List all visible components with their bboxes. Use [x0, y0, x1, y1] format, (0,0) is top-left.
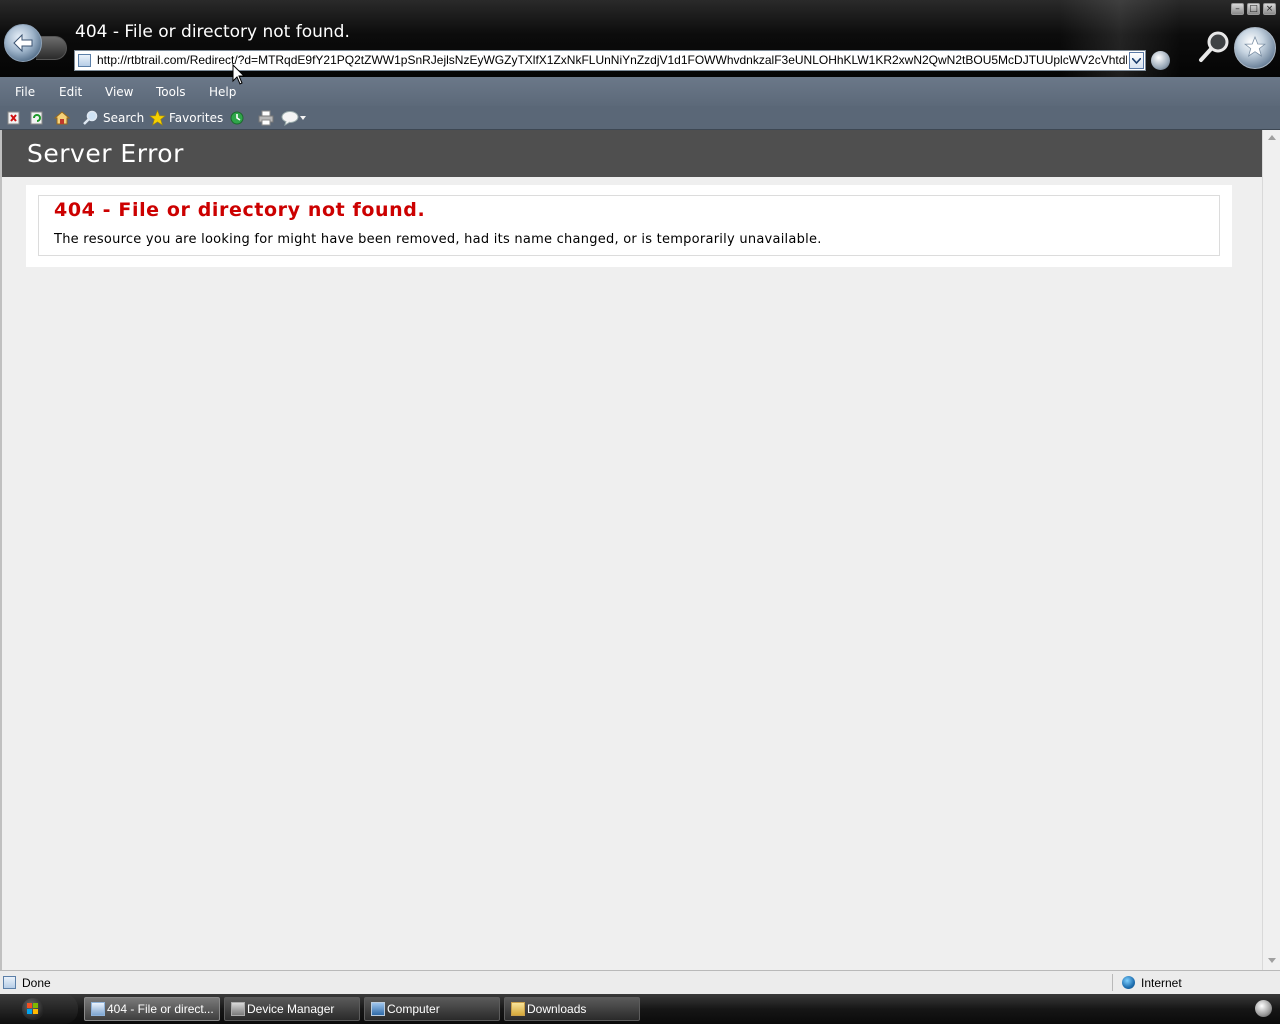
- favorites-star-icon[interactable]: [149, 110, 166, 126]
- refresh-page-icon[interactable]: [30, 110, 44, 126]
- error-box: 404 - File or directory not found. The r…: [38, 195, 1220, 256]
- start-button[interactable]: [0, 994, 78, 1024]
- taskbar-item-downloads[interactable]: Downloads: [504, 997, 640, 1021]
- taskbar-item-label: Computer: [387, 1002, 440, 1016]
- menu-edit[interactable]: Edit: [59, 85, 82, 99]
- menu-view[interactable]: View: [105, 85, 133, 99]
- star-icon: [1244, 36, 1266, 57]
- device-manager-icon: [231, 1002, 245, 1016]
- system-tray-icon[interactable]: [1255, 1000, 1272, 1017]
- back-arrow-icon: [13, 33, 33, 53]
- window-title: 404 - File or directory not found.: [75, 22, 350, 42]
- status-bar: Done Internet: [0, 970, 1280, 994]
- chevron-down-icon: [1132, 58, 1141, 64]
- refresh-icon[interactable]: [1151, 51, 1170, 70]
- favorites-center-button[interactable]: [1234, 27, 1276, 69]
- maximize-button[interactable]: □: [1247, 3, 1260, 15]
- menu-tools[interactable]: Tools: [156, 85, 186, 99]
- vertical-scrollbar[interactable]: [1262, 130, 1280, 970]
- taskbar-item-browser[interactable]: 404 - File or direct...: [84, 997, 220, 1021]
- page-content: Server Error 404 - File or directory not…: [0, 130, 1262, 970]
- server-error-header: Server Error: [2, 130, 1262, 177]
- favorites-command-label[interactable]: Favorites: [169, 111, 223, 125]
- search-icon[interactable]: [1198, 29, 1232, 63]
- taskbar-item-computer[interactable]: Computer: [364, 997, 500, 1021]
- scroll-up-icon[interactable]: [1268, 135, 1276, 140]
- taskbar-item-device-manager[interactable]: Device Manager: [224, 997, 360, 1021]
- security-zone-label[interactable]: Internet: [1141, 976, 1182, 990]
- menu-help[interactable]: Help: [209, 85, 236, 99]
- stop-icon[interactable]: [7, 110, 21, 126]
- taskbar-item-label: Downloads: [527, 1002, 587, 1016]
- print-icon[interactable]: [258, 110, 274, 126]
- back-button[interactable]: [4, 24, 42, 62]
- search-command-label[interactable]: Search: [103, 111, 144, 125]
- history-icon[interactable]: [229, 110, 245, 126]
- taskbar-item-label: 404 - File or direct...: [107, 1002, 214, 1016]
- home-icon[interactable]: [53, 110, 71, 126]
- status-text: Done: [22, 976, 51, 990]
- page-title: Server Error: [27, 139, 184, 168]
- error-description: The resource you are looking for might h…: [54, 232, 822, 247]
- command-bar: Search Favorites: [0, 106, 1280, 130]
- mouse-pointer-icon: [232, 64, 246, 85]
- scroll-down-icon[interactable]: [1268, 958, 1276, 963]
- discuss-icon[interactable]: [281, 110, 307, 126]
- close-button[interactable]: ×: [1263, 3, 1276, 15]
- search-command-icon[interactable]: [82, 110, 100, 126]
- error-title: 404 - File or directory not found.: [54, 199, 426, 221]
- minimize-button[interactable]: –: [1231, 3, 1244, 15]
- address-dropdown-button[interactable]: [1129, 52, 1144, 69]
- globe-icon: [1122, 976, 1135, 989]
- folder-icon: [511, 1002, 525, 1016]
- menu-bar: File Edit View Tools Help: [0, 77, 1280, 106]
- taskbar: 404 - File or direct... Device Manager C…: [0, 994, 1280, 1024]
- internet-explorer-icon: [91, 1002, 105, 1016]
- browser-title-bar: 404 - File or directory not found. http:…: [0, 0, 1280, 77]
- page-icon: [78, 54, 91, 67]
- computer-icon: [371, 1002, 385, 1016]
- taskbar-item-label: Device Manager: [247, 1002, 335, 1016]
- windows-logo-icon: [22, 998, 44, 1020]
- page-status-icon: [3, 976, 16, 989]
- status-divider: [1112, 974, 1113, 991]
- content-panel: 404 - File or directory not found. The r…: [26, 185, 1232, 267]
- address-input[interactable]: http://rtbtrail.com/Redirect/?d=MTRqdE9f…: [97, 53, 1127, 70]
- menu-file[interactable]: File: [15, 85, 35, 99]
- window-left-edge: [0, 130, 2, 970]
